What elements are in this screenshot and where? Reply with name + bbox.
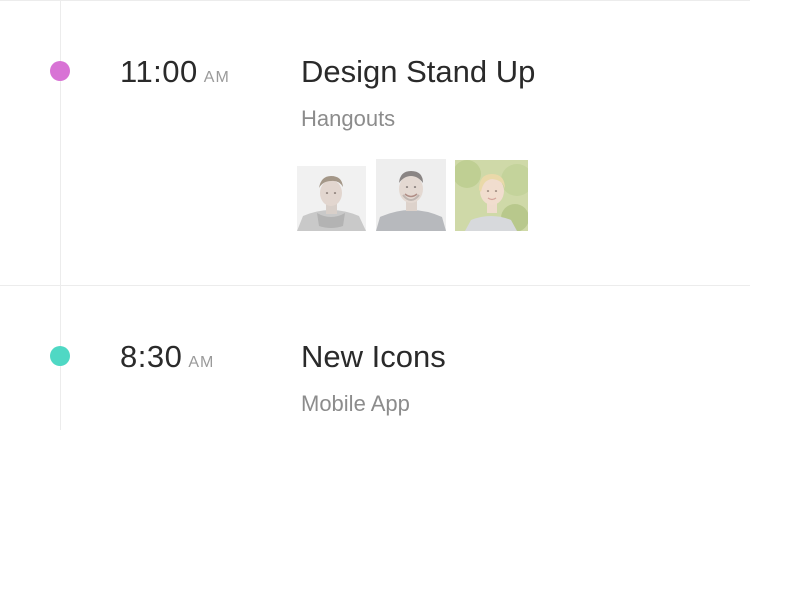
event-divider — [0, 285, 750, 286]
event-dot-icon — [50, 61, 70, 81]
event-title[interactable]: New Icons — [301, 339, 446, 375]
avatar-smiling-man-photo[interactable] — [376, 159, 446, 231]
avatar-man-photo[interactable] — [297, 166, 366, 231]
event-time-period: AM — [188, 354, 215, 371]
event-time-period: AM — [203, 69, 230, 86]
event-time-value: 11:00 — [120, 54, 198, 89]
event-title[interactable]: Design Stand Up — [301, 54, 535, 90]
event-time: 8:30 AM — [120, 339, 214, 375]
event-time: 11:00 AM — [120, 54, 230, 90]
schedule-timeline: 11:00 AM Design Stand Up Hangouts 8:30 A… — [0, 0, 800, 600]
avatar-woman-photo[interactable] — [455, 160, 528, 231]
event-location: Mobile App — [301, 391, 410, 416]
event-time-value: 8:30 — [120, 339, 183, 374]
top-divider — [0, 0, 750, 1]
event-location: Hangouts — [301, 106, 396, 131]
event-dot-icon — [50, 346, 70, 366]
